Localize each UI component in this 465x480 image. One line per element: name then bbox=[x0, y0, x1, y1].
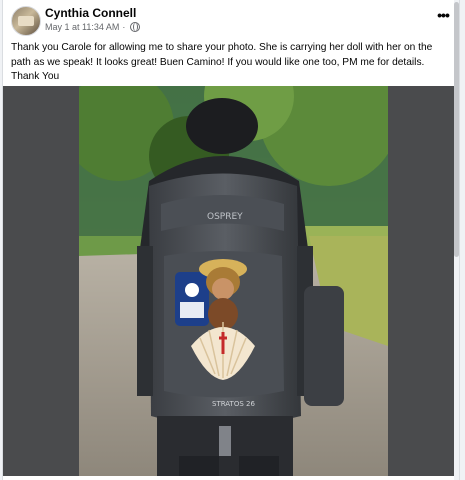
scrollbar-thumb[interactable] bbox=[454, 2, 459, 257]
author-avatar[interactable] bbox=[11, 6, 41, 36]
backpack-brand: OSPREY bbox=[207, 212, 243, 222]
post-timestamp[interactable]: May 1 at 11:34 AM bbox=[45, 22, 119, 32]
meta-separator: · bbox=[122, 22, 126, 32]
backpack-model: STRATOS 26 bbox=[212, 400, 255, 408]
globe-icon[interactable] bbox=[130, 22, 141, 32]
backpack-photo-illustration: OSPREY STRATOS 26 bbox=[79, 86, 388, 476]
post-photo[interactable]: OSPREY STRATOS 26 bbox=[79, 86, 388, 476]
page-scrollbar[interactable] bbox=[454, 0, 459, 480]
photo-container[interactable]: OSPREY STRATOS 26 bbox=[3, 86, 459, 476]
facebook-post: Cynthia Connell May 1 at 11:34 AM · ••• … bbox=[2, 0, 460, 480]
ellipsis-icon[interactable]: ••• bbox=[435, 8, 451, 24]
post-meta: May 1 at 11:34 AM · bbox=[45, 22, 141, 32]
post-header: Cynthia Connell May 1 at 11:34 AM · ••• bbox=[3, 0, 459, 38]
author-name[interactable]: Cynthia Connell bbox=[45, 6, 136, 20]
post-caption: Thank you Carole for allowing me to shar… bbox=[11, 42, 433, 82]
